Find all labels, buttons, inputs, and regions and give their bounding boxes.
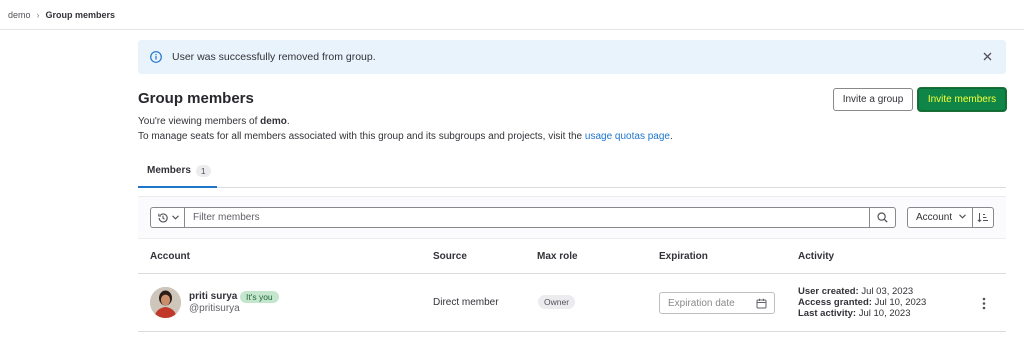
invite-members-button[interactable]: Invite members	[918, 88, 1006, 111]
search-history-button[interactable]	[150, 207, 184, 228]
access-granted-date: Jul 10, 2023	[874, 297, 927, 308]
sort-field-dropdown[interactable]: Account	[907, 207, 973, 228]
expiration-date-input[interactable]: Expiration date	[659, 292, 775, 314]
member-source: Direct member	[433, 297, 499, 308]
chevron-down-icon	[171, 215, 179, 220]
sort-field-label: Account	[916, 212, 953, 223]
column-account: Account	[150, 251, 190, 262]
column-activity: Activity	[798, 251, 835, 262]
member-name[interactable]: priti surya	[189, 291, 237, 302]
page-title: Group members	[138, 90, 254, 107]
tab-members-label: Members	[147, 165, 191, 176]
sort-direction-button[interactable]	[972, 207, 994, 228]
member-username: @pritisurya	[189, 303, 240, 314]
expiration-date-placeholder: Expiration date	[668, 297, 735, 309]
member-tabs: Members 1	[138, 155, 1006, 188]
table-row: priti surya It's you @pritisurya Direct …	[138, 274, 1006, 332]
tab-members-count: 1	[195, 164, 211, 177]
group-name: demo	[260, 116, 287, 127]
breadcrumb-separator: ›	[36, 9, 40, 20]
history-icon	[157, 212, 168, 222]
tab-members[interactable]: Members 1	[138, 155, 217, 188]
user-created-date: Jul 03, 2023	[861, 286, 914, 297]
success-alert: User was successfully removed from group…	[138, 40, 1006, 74]
filter-bar: Filter members Account	[138, 196, 1006, 239]
breadcrumb: demo › Group members	[0, 0, 1024, 30]
breadcrumb-current: Group members	[45, 9, 116, 20]
alert-message: User was successfully removed from group…	[172, 51, 376, 63]
breadcrumb-root-link[interactable]: demo	[8, 10, 31, 20]
search-icon	[877, 212, 888, 223]
members-table-header: Account Source Max role Expiration Activ…	[138, 240, 1006, 274]
sort-ascending-icon	[977, 213, 988, 223]
role-badge: Owner	[538, 295, 576, 309]
usage-quotas-link[interactable]: usage quotas page	[585, 131, 670, 142]
member-activity: User created: Jul 03, 2023 Access grante…	[798, 286, 927, 319]
chevron-down-icon	[959, 214, 966, 219]
manage-seats-description: To manage seats for all members associat…	[138, 131, 673, 142]
last-activity-date: Jul 10, 2023	[858, 308, 911, 319]
more-actions-icon[interactable]	[976, 295, 992, 311]
invite-group-button[interactable]: Invite a group	[833, 88, 913, 111]
close-icon[interactable]	[980, 49, 994, 63]
info-icon	[150, 51, 162, 63]
avatar[interactable]	[150, 287, 181, 318]
column-expiration: Expiration	[659, 251, 708, 262]
viewing-description: You're viewing members of demo.	[138, 116, 290, 127]
calendar-icon	[756, 298, 767, 309]
column-source: Source	[433, 251, 467, 262]
its-you-badge: It's you	[240, 291, 279, 303]
column-max-role: Max role	[537, 251, 578, 262]
filter-members-input[interactable]: Filter members	[184, 207, 870, 228]
search-button[interactable]	[869, 207, 896, 228]
